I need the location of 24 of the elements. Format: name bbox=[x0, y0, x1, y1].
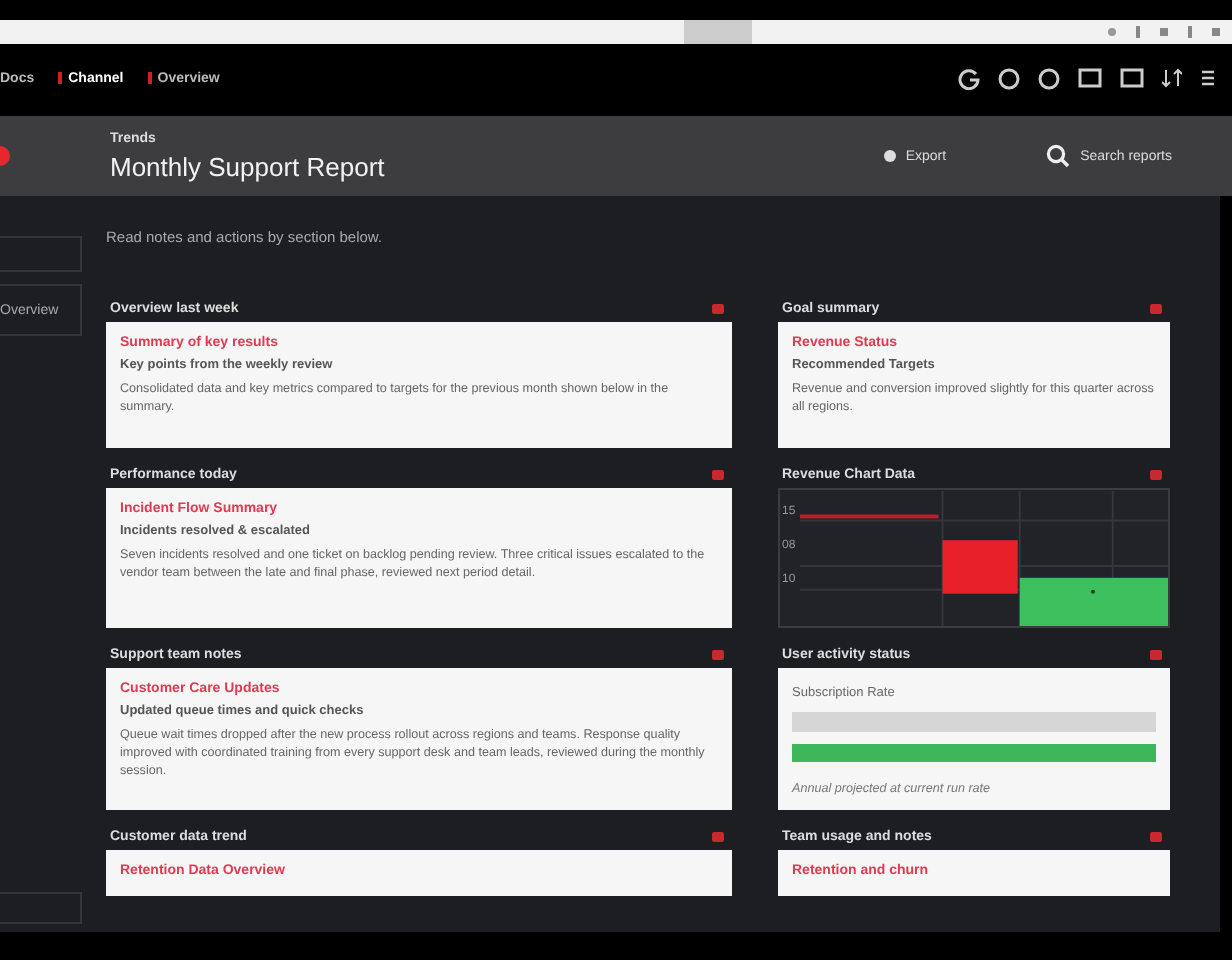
status-icon bbox=[712, 831, 724, 841]
chart-point bbox=[1090, 589, 1095, 594]
dot-icon bbox=[883, 150, 896, 162]
status-icon bbox=[1150, 649, 1162, 659]
status-icon bbox=[1150, 831, 1162, 841]
window-icon[interactable] bbox=[1120, 68, 1144, 88]
search-icon bbox=[1046, 144, 1071, 168]
status-icon bbox=[1150, 469, 1162, 479]
sidebar-panel bbox=[0, 892, 82, 924]
chart-line bbox=[799, 514, 939, 519]
sidebar-item[interactable] bbox=[0, 236, 82, 272]
refresh-icon[interactable] bbox=[958, 67, 980, 89]
status-icon bbox=[712, 303, 724, 313]
circle-icon[interactable] bbox=[1038, 67, 1060, 89]
menu-icon[interactable] bbox=[1200, 68, 1216, 88]
window-icon[interactable] bbox=[1078, 68, 1102, 88]
page-title: Monthly Support Report bbox=[110, 151, 387, 181]
status-icon bbox=[1150, 303, 1162, 313]
status-icon bbox=[712, 649, 724, 659]
address-bar[interactable] bbox=[0, 20, 1232, 44]
circle-icon[interactable] bbox=[998, 67, 1020, 89]
sort-icon[interactable] bbox=[1162, 68, 1182, 88]
dot-icon[interactable] bbox=[1108, 28, 1116, 36]
status-icon bbox=[712, 469, 724, 479]
